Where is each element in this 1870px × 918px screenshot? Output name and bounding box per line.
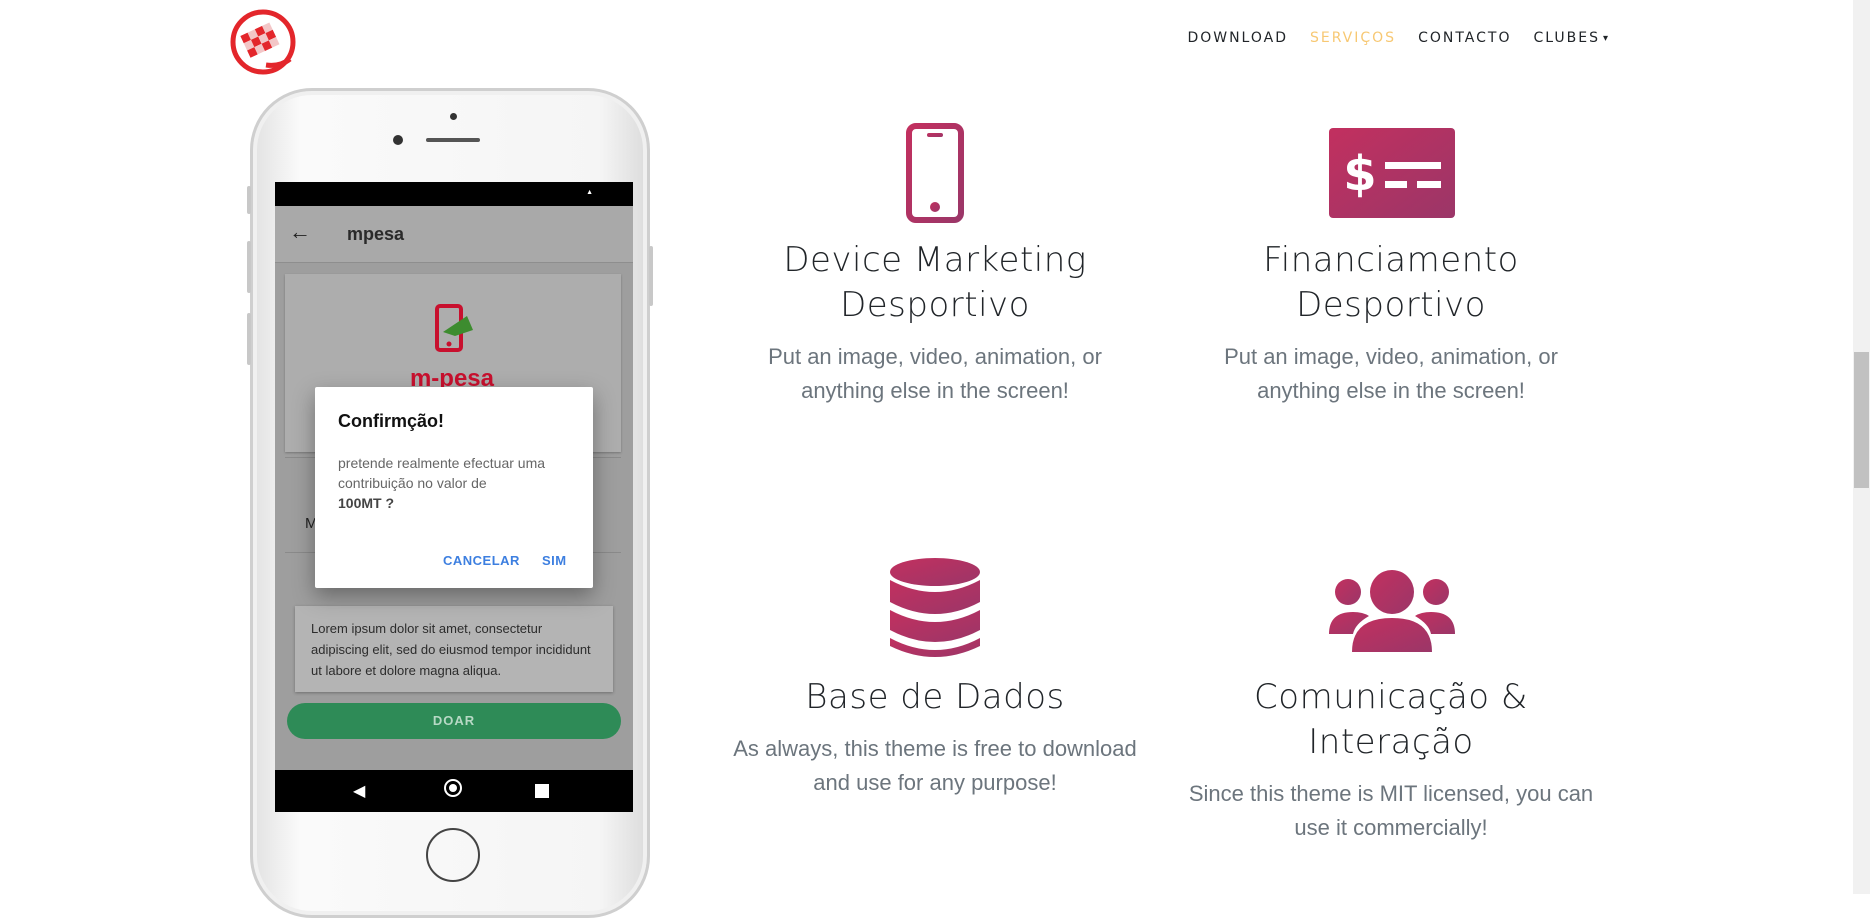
feature-title: Financiamento Desportivo <box>1263 240 1519 325</box>
back-arrow-icon[interactable]: ← <box>289 219 311 245</box>
phone-sensor <box>450 113 457 120</box>
phone-power-button <box>649 246 653 306</box>
android-home-icon[interactable] <box>444 779 462 797</box>
android-nav-bar: ◀ <box>275 770 633 812</box>
nav-contacto[interactable]: CONTACTO <box>1418 30 1511 46</box>
phone-earpiece <box>426 138 480 142</box>
dialog-amount: 100MT ? <box>338 495 395 511</box>
feature-comunicacao: Comunicação & Interação Since this theme… <box>1181 675 1601 845</box>
donate-button[interactable]: DOAR <box>287 703 621 739</box>
feature-description: Put an image, video, animation, or anyth… <box>1224 344 1558 403</box>
app-title: mpesa <box>347 224 405 244</box>
nav-download[interactable]: DOWNLOAD <box>1187 30 1288 46</box>
page-scrollbar[interactable] <box>1853 0 1870 894</box>
phone-mockup: ▲ ← mpesa m-pesa M Lorem ipsum dolor sit… <box>247 88 653 918</box>
brand-logo[interactable] <box>230 9 296 75</box>
users-icon <box>1329 570 1455 652</box>
feature-financiamento: Financiamento Desportivo Put an image, v… <box>1181 238 1601 408</box>
feature-description: Since this theme is MIT licensed, you ca… <box>1188 781 1594 840</box>
mpesa-logo: m-pesa <box>410 304 495 392</box>
dialog-cancel-button[interactable]: CANCELAR <box>443 553 520 568</box>
scrollbar-thumb[interactable] <box>1854 352 1869 488</box>
dialog-ok-button[interactable]: SIM <box>542 553 567 568</box>
android-back-icon[interactable]: ◀ <box>353 781 365 801</box>
feature-description: Put an image, video, animation, or anyth… <box>768 344 1102 403</box>
money-check-icon: $ <box>1329 128 1455 218</box>
dialog-message: pretende realmente efectuar uma contribu… <box>338 455 546 491</box>
feature-title: Comunicação & Interação <box>1254 677 1528 762</box>
app-bar: ← mpesa <box>275 206 633 263</box>
database-icon <box>890 558 980 657</box>
phone-home-button <box>426 828 480 882</box>
dialog-body: pretende realmente efectuar uma contribu… <box>338 453 568 513</box>
signal-icon: ▲ <box>586 189 593 196</box>
feature-base-de-dados: Base de Dados As always, this theme is f… <box>725 675 1145 800</box>
android-status-bar: ▲ <box>275 182 633 206</box>
nav-servicos[interactable]: SERVIÇOS <box>1310 30 1396 46</box>
description-text: Lorem ipsum dolor sit amet, consectetur … <box>311 621 591 678</box>
android-recents-icon[interactable] <box>535 784 549 798</box>
phone-camera <box>393 135 403 145</box>
nav-clubes-dropdown[interactable]: CLUBES ▾ <box>1534 30 1611 46</box>
phone-screen: ▲ ← mpesa m-pesa M Lorem ipsum dolor sit… <box>275 182 633 812</box>
feature-title: Base de Dados <box>805 677 1065 717</box>
confirmation-dialog: Confirmção! pretende realmente efectuar … <box>315 387 593 588</box>
dialog-title: Confirmção! <box>338 411 445 431</box>
svg-text:$: $ <box>1343 146 1376 202</box>
nav-clubes-label: CLUBES <box>1533 30 1600 46</box>
mobile-phone-icon <box>906 123 964 223</box>
phone-side-button <box>247 313 251 365</box>
caret-down-icon: ▾ <box>1602 33 1610 44</box>
phone-side-button <box>247 241 251 293</box>
phone-side-button <box>247 186 251 214</box>
main-nav: DOWNLOAD SERVIÇOS CONTACTO CLUBES ▾ <box>1165 30 1610 46</box>
feature-device-marketing: Device Marketing Desportivo Put an image… <box>725 238 1145 408</box>
feature-title: Device Marketing Desportivo <box>783 240 1087 325</box>
feature-description: As always, this theme is free to downloa… <box>733 736 1137 795</box>
description-card: Lorem ipsum dolor sit amet, consectetur … <box>295 606 613 692</box>
